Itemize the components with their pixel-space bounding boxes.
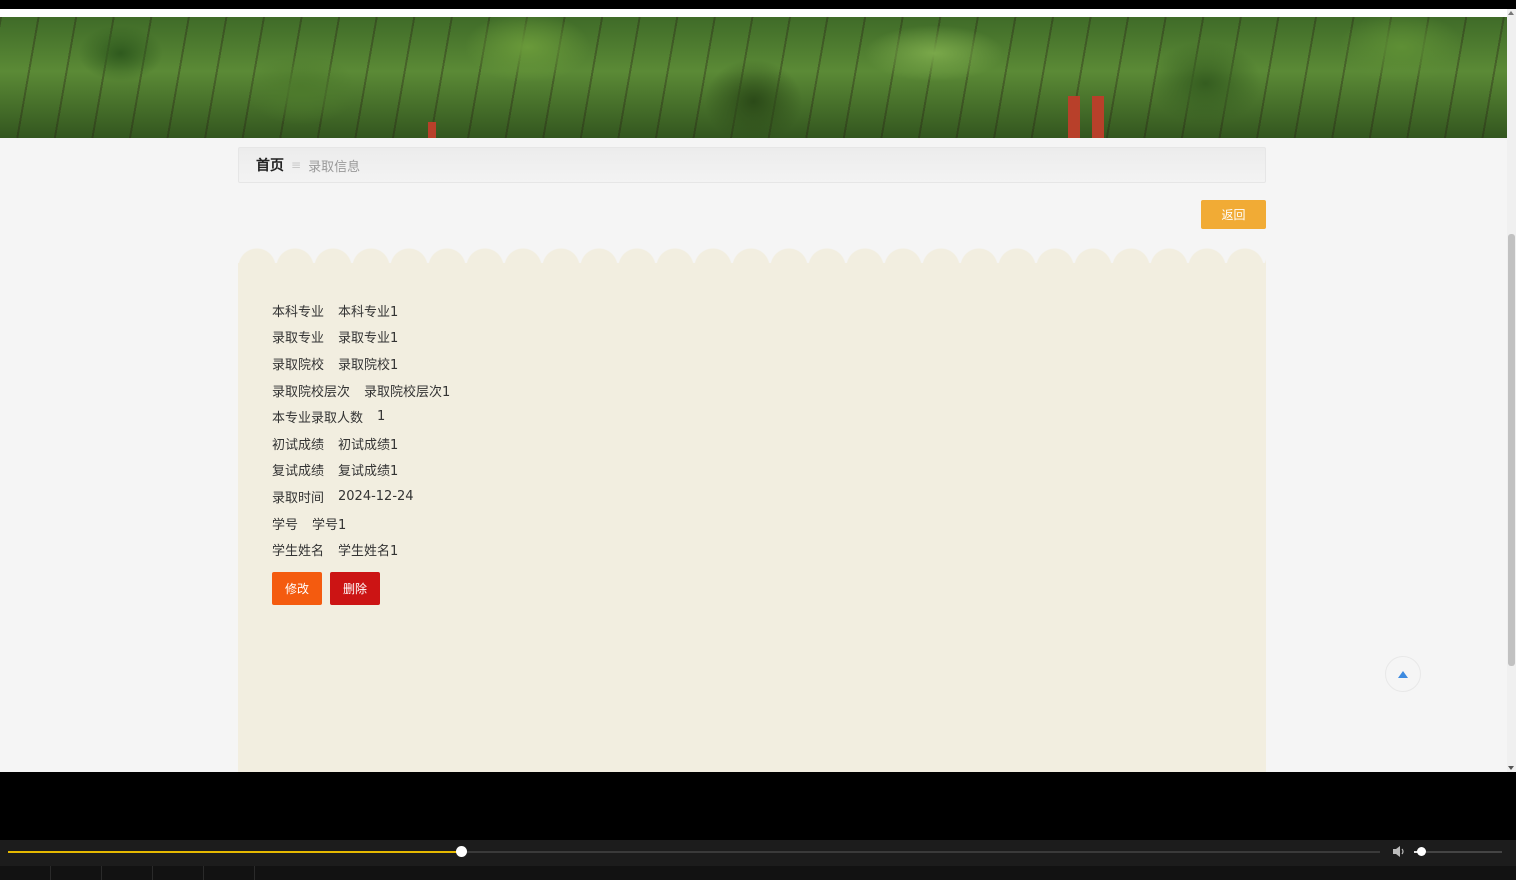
breadcrumb: 首页 ≡ 录取信息 <box>238 147 1266 183</box>
detail-label: 学号 <box>272 517 299 533</box>
detail-value: 初试成绩1 <box>338 437 399 453</box>
detail-list: 本科专业 本科专业1 录取专业 录取专业1 录取院校 录取院校1 录取院校层次 录取院校层次1… <box>272 297 450 563</box>
scroll-top-button[interactable] <box>1385 656 1421 692</box>
seek-bar-progress <box>8 851 461 853</box>
card-scallop-edge <box>238 247 1266 263</box>
scroll-up-arrow-icon[interactable] <box>1508 11 1514 15</box>
detail-value: 录取院校1 <box>338 357 399 373</box>
action-buttons: 修改 删除 <box>272 572 380 605</box>
browser-viewport: 首页 ≡ 录取信息 返回 本科专业 本科专业1 录取专业 录取专业1 录取院校 录取院校1… <box>0 0 1516 772</box>
detail-label: 录取专业 <box>272 331 325 347</box>
detail-value: 学生姓名1 <box>338 544 399 560</box>
detail-label: 录取院校层次 <box>272 384 351 400</box>
detail-label: 初试成绩 <box>272 437 325 453</box>
volume-slider-handle[interactable] <box>1417 847 1427 856</box>
breadcrumb-separator-icon: ≡ <box>291 158 302 172</box>
detail-row: 录取专业 录取专业1 <box>272 324 450 351</box>
detail-card: 本科专业 本科专业1 录取专业 录取专业1 录取院校 录取院校1 录取院校层次 录取院校层次1… <box>238 247 1266 772</box>
taskbar-slot[interactable] <box>51 866 102 880</box>
detail-row: 录取时间 2024-12-24 <box>272 483 450 510</box>
video-player-controls <box>0 840 1516 866</box>
detail-row: 本科专业 本科专业1 <box>272 297 450 324</box>
taskbar-slot[interactable] <box>0 866 51 880</box>
seek-bar-handle[interactable] <box>455 846 467 857</box>
page-scrollbar[interactable] <box>1507 9 1516 772</box>
delete-button[interactable]: 删除 <box>330 572 380 605</box>
scrollbar-thumb[interactable] <box>1508 234 1515 666</box>
speaker-icon[interactable] <box>1392 845 1406 858</box>
detail-row: 初试成绩 初试成绩1 <box>272 430 450 457</box>
detail-value: 学号1 <box>312 517 347 533</box>
volume-slider[interactable] <box>1414 847 1502 856</box>
banner-pillar <box>1092 96 1104 138</box>
detail-label: 录取时间 <box>272 490 325 506</box>
detail-label: 本专业录取人数 <box>272 411 364 427</box>
triangle-up-icon <box>1398 670 1408 678</box>
detail-value: 录取院校层次1 <box>364 384 451 400</box>
detail-label: 复试成绩 <box>272 464 325 480</box>
detail-row: 本专业录取人数 1 <box>272 403 450 430</box>
banner-pillar <box>428 122 436 138</box>
detail-row: 学号 学号1 <box>272 510 450 537</box>
detail-row: 录取院校 录取院校1 <box>272 350 450 377</box>
detail-value: 2024-12-24 <box>338 488 414 504</box>
detail-value: 1 <box>377 409 386 425</box>
detail-row: 录取院校层次 录取院校层次1 <box>272 377 450 404</box>
scroll-down-arrow-icon[interactable] <box>1508 766 1514 770</box>
banner-pillar <box>1068 96 1080 138</box>
page: 首页 ≡ 录取信息 返回 本科专业 本科专业1 录取专业 录取专业1 录取院校 录取院校1… <box>0 9 1507 772</box>
detail-label: 学生姓名 <box>272 544 325 560</box>
taskbar-slot[interactable] <box>204 866 255 880</box>
banner-image <box>0 17 1507 138</box>
edit-button[interactable]: 修改 <box>272 572 322 605</box>
back-button[interactable]: 返回 <box>1201 200 1266 229</box>
seek-bar[interactable] <box>8 846 1380 857</box>
taskbar-slot[interactable] <box>102 866 153 880</box>
top-bar <box>0 9 1507 17</box>
detail-value: 本科专业1 <box>338 304 399 320</box>
detail-value: 录取专业1 <box>338 331 399 347</box>
taskbar-slot[interactable] <box>153 866 204 880</box>
detail-row: 复试成绩 复试成绩1 <box>272 457 450 484</box>
detail-row: 学生姓名 学生姓名1 <box>272 536 450 563</box>
breadcrumb-home[interactable]: 首页 <box>256 155 284 175</box>
detail-label: 本科专业 <box>272 304 325 320</box>
detail-label: 录取院校 <box>272 357 325 373</box>
detail-value: 复试成绩1 <box>338 464 399 480</box>
breadcrumb-current: 录取信息 <box>308 159 361 175</box>
taskbar-strip <box>0 866 1516 880</box>
